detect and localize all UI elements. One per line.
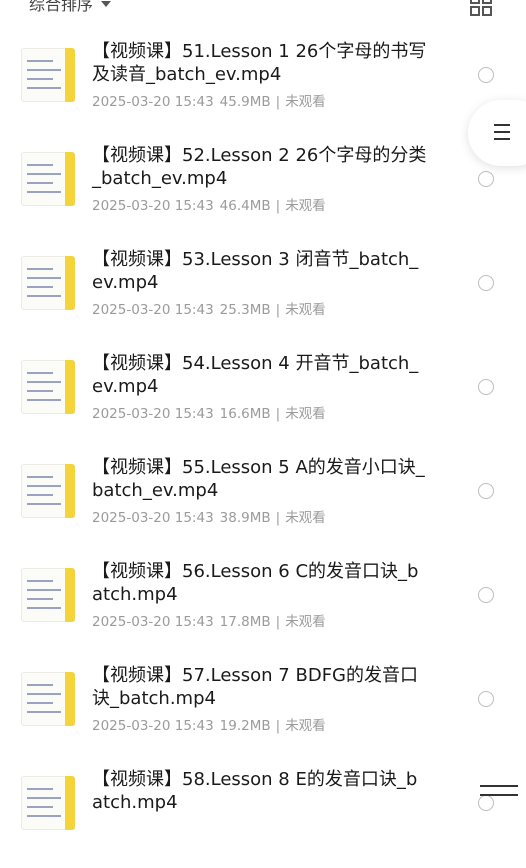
file-size: 19.2MB: [219, 718, 271, 734]
file-meta: 2025-03-20 15:43 46.4MB | 未观看: [92, 194, 326, 214]
file-meta: 2025-03-20 15:43 45.9MB | 未观看: [92, 90, 326, 110]
lines-icon[interactable]: [478, 783, 520, 800]
meta-separator: |: [275, 718, 281, 734]
watch-status: 未观看: [285, 510, 326, 526]
file-list-item[interactable]: 【视频课】56.Lesson 6 C的发音口诀_batch.mp4 2025-03…: [0, 556, 526, 660]
file-title: 【视频课】58.Lesson 8 E的发音口诀_batch.mp4: [92, 769, 418, 813]
file-date: 2025-03-20 15:43: [92, 198, 214, 214]
meta-separator: |: [275, 406, 281, 422]
file-date: 2025-03-20 15:43: [92, 302, 214, 318]
file-title: 【视频课】52.Lesson 2 26个字母的分类_batch_ev.mp4: [92, 145, 427, 189]
file-list-item[interactable]: 【视频课】52.Lesson 2 26个字母的分类_batch_ev.mp4 20…: [0, 140, 526, 244]
file-list-item[interactable]: 【视频课】51.Lesson 1 26个字母的书写及读音_batch_ev.mp…: [0, 36, 526, 140]
file-title: 【视频课】53.Lesson 3 闭音节_batch_ev.mp4: [92, 249, 419, 293]
watch-status: 未观看: [285, 94, 326, 110]
file-date: 2025-03-20 15:43: [92, 510, 214, 526]
file-meta: 2025-03-20 15:43 25.3MB | 未观看: [92, 298, 326, 318]
select-radio[interactable]: [478, 379, 494, 395]
watch-status: 未观看: [285, 198, 326, 214]
file-size: 45.9MB: [219, 94, 271, 110]
select-radio[interactable]: [478, 275, 494, 291]
file-title: 【视频课】56.Lesson 6 C的发音口诀_batch.mp4: [92, 561, 419, 605]
video-thumbnail: [21, 568, 75, 622]
file-size: 46.4MB: [219, 198, 271, 214]
file-meta: 2025-03-20 15:43 19.2MB | 未观看: [92, 714, 326, 734]
video-thumbnail: [21, 360, 75, 414]
caret-down-icon: [101, 1, 112, 7]
file-list-item[interactable]: 【视频课】55.Lesson 5 A的发音小口诀_batch_ev.mp4 202…: [0, 452, 526, 556]
select-radio[interactable]: [478, 587, 494, 603]
video-thumbnail: [21, 672, 75, 726]
file-date: 2025-03-20 15:43: [92, 718, 214, 734]
file-list-item[interactable]: 【视频课】58.Lesson 8 E的发音口诀_batch.mp4: [0, 764, 526, 868]
select-radio[interactable]: [478, 483, 494, 499]
meta-separator: |: [275, 614, 281, 630]
meta-separator: |: [275, 510, 281, 526]
watch-status: 未观看: [285, 718, 326, 734]
watch-status: 未观看: [285, 302, 326, 318]
file-date: 2025-03-20 15:43: [92, 94, 214, 110]
meta-separator: |: [275, 302, 281, 318]
sort-dropdown[interactable]: 综合排序: [29, 0, 112, 15]
file-list-item[interactable]: 【视频课】54.Lesson 4 开音节_batch_ev.mp4 2025-03…: [0, 348, 526, 452]
grid-icon[interactable]: [470, 0, 492, 16]
file-title: 【视频课】57.Lesson 7 BDFG的发音口诀_batch.mp4: [92, 665, 418, 709]
watch-status: 未观看: [285, 406, 326, 422]
file-size: 16.6MB: [219, 406, 271, 422]
file-date: 2025-03-20 15:43: [92, 614, 214, 630]
floating-menu-button[interactable]: [468, 100, 526, 166]
video-thumbnail: [21, 152, 75, 206]
select-radio[interactable]: [478, 171, 494, 187]
file-title: 【视频课】51.Lesson 1 26个字母的书写及读音_batch_ev.mp…: [92, 41, 427, 85]
file-size: 17.8MB: [219, 614, 271, 630]
file-meta: 2025-03-20 15:43 17.8MB | 未观看: [92, 610, 326, 630]
sort-label: 综合排序: [29, 0, 94, 14]
video-thumbnail: [21, 48, 75, 102]
file-list-item[interactable]: 【视频课】57.Lesson 7 BDFG的发音口诀_batch.mp4 2025…: [0, 660, 526, 764]
watch-status: 未观看: [285, 614, 326, 630]
menu-icon: [494, 124, 510, 140]
file-meta: 2025-03-20 15:43 38.9MB | 未观看: [92, 506, 326, 526]
video-thumbnail: [21, 256, 75, 310]
meta-separator: |: [275, 94, 281, 110]
file-meta: 2025-03-20 15:43 16.6MB | 未观看: [92, 402, 326, 422]
file-list-item[interactable]: 【视频课】53.Lesson 3 闭音节_batch_ev.mp4 2025-03…: [0, 244, 526, 348]
file-size: 25.3MB: [219, 302, 271, 318]
toolbar: 综合排序: [0, 0, 526, 22]
file-title: 【视频课】55.Lesson 5 A的发音小口诀_batch_ev.mp4: [92, 457, 425, 501]
video-thumbnail: [21, 776, 75, 830]
file-size: 38.9MB: [219, 510, 271, 526]
video-thumbnail: [21, 464, 75, 518]
meta-separator: |: [275, 198, 281, 214]
file-title: 【视频课】54.Lesson 4 开音节_batch_ev.mp4: [92, 353, 419, 397]
select-radio[interactable]: [478, 691, 494, 707]
file-date: 2025-03-20 15:43: [92, 406, 214, 422]
select-radio[interactable]: [478, 67, 494, 83]
